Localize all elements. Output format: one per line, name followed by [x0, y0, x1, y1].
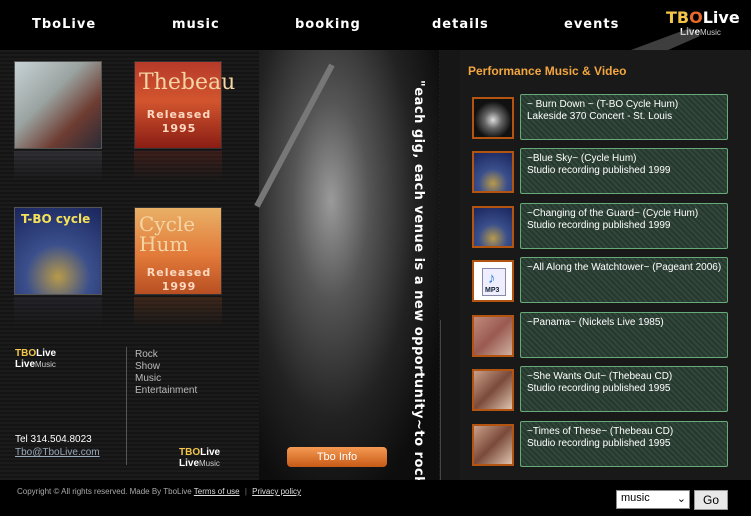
album-portrait-art[interactable]: [14, 61, 102, 149]
track-subtitle: Lakeside 370 Concert - St. Louis: [527, 111, 673, 122]
playlist-title: Performance Music & Video: [468, 64, 627, 78]
guitar-neck-shape: [254, 63, 335, 208]
album-reflection: [134, 151, 222, 181]
album-reflection: [14, 151, 102, 181]
track-thumbnail: ♪ MP3: [472, 260, 514, 302]
track-item[interactable]: ~Times of These~ (Thebeau CD) Studio rec…: [472, 421, 728, 467]
mp3-file-icon: ♪ MP3: [482, 268, 506, 296]
tag-item: Entertainment: [135, 385, 198, 396]
track-info[interactable]: ~ Burn Down ~ (T-BO Cycle Hum) Lakeside …: [520, 94, 728, 140]
section-select[interactable]: music ⌄: [616, 490, 690, 509]
track-title: ~Panama~ (Nickels Live 1985): [527, 317, 664, 328]
track-info[interactable]: ~She Wants Out~ (Thebeau CD) Studio reco…: [520, 366, 728, 412]
track-thumbnail: [472, 315, 514, 357]
track-thumbnail: [472, 151, 514, 193]
tag-item: Rock: [135, 349, 158, 360]
track-info[interactable]: ~Panama~ (Nickels Live 1985): [520, 312, 728, 358]
track-item[interactable]: ~Panama~ (Nickels Live 1985): [472, 312, 728, 358]
track-title: ~Times of These~ (Thebeau CD): [527, 426, 674, 437]
phone-number: Tel 314.504.8023: [15, 434, 92, 445]
terms-link[interactable]: Terms of use: [194, 487, 240, 496]
track-title: ~She Wants Out~ (Thebeau CD): [527, 371, 673, 382]
track-item[interactable]: ~ Burn Down ~ (T-BO Cycle Hum) Lakeside …: [472, 94, 728, 140]
track-title: ~ Burn Down ~ (T-BO Cycle Hum): [527, 99, 679, 110]
tbolive-brand: TBOLive LiveMusic: [179, 447, 221, 469]
main-area: Thebeau Released 1995 T-BO cycle Cycle H…: [0, 50, 751, 498]
track-item[interactable]: ~She Wants Out~ (Thebeau CD) Studio reco…: [472, 366, 728, 412]
track-subtitle: Studio recording published 1995: [527, 383, 671, 394]
album-title: Thebeau: [139, 70, 236, 95]
go-button[interactable]: Go: [694, 490, 728, 510]
track-item[interactable]: ~Blue Sky~ (Cycle Hum) Studio recording …: [472, 148, 728, 194]
track-thumbnail: [472, 97, 514, 139]
track-thumbnail: [472, 206, 514, 248]
tag-item: Show: [135, 361, 161, 372]
tbo-info-button[interactable]: Tbo Info: [287, 447, 387, 467]
track-item[interactable]: ~Changing of the Guard~ (Cycle Hum) Stud…: [472, 203, 728, 249]
divider: [126, 347, 127, 465]
copyright-text: Copyright © All rights reserved. Made By…: [17, 487, 302, 496]
track-info[interactable]: ~All Along the Watchtower~ (Pageant 2006…: [520, 257, 728, 303]
album-tbo-cycle[interactable]: T-BO cycle: [14, 207, 102, 295]
email-link[interactable]: Tbo@TboLive.com: [15, 447, 100, 458]
track-title: ~All Along the Watchtower~ (Pageant 2006…: [527, 262, 722, 273]
album-released: Released 1995: [146, 108, 212, 135]
footer: Copyright © All rights reserved. Made By…: [0, 480, 751, 516]
chevron-down-icon: ⌄: [676, 493, 686, 505]
track-subtitle: Studio recording published 1999: [527, 220, 671, 231]
track-title: ~Blue Sky~ (Cycle Hum): [527, 153, 637, 164]
track-subtitle: Studio recording published 1999: [527, 165, 671, 176]
track-subtitle: Studio recording published 1995: [527, 438, 671, 449]
tbolive-brand: TBOLive LiveMusic: [15, 348, 57, 370]
album-thebeau[interactable]: Thebeau Released 1995: [134, 61, 235, 149]
album-reflection: [134, 297, 222, 327]
album-title: T-BO cycle: [21, 212, 91, 226]
track-info[interactable]: ~Blue Sky~ (Cycle Hum) Studio recording …: [520, 148, 728, 194]
left-panel: Thebeau Released 1995 T-BO cycle Cycle H…: [0, 50, 441, 498]
album-released: Released 1999: [146, 266, 212, 293]
track-title: ~Changing of the Guard~ (Cycle Hum): [527, 208, 699, 219]
tag-item: Music: [135, 373, 162, 384]
album-cycle-hum[interactable]: Cycle Hum Released 1999: [134, 207, 222, 295]
album-reflection: [14, 297, 102, 327]
divider: [440, 320, 441, 480]
genre-tags: Rock Show Music Entertainment: [135, 349, 197, 397]
album-title: Cycle Hum: [139, 212, 196, 256]
track-item[interactable]: ♪ MP3 ~All Along the Watchtower~ (Pagean…: [472, 257, 728, 303]
track-thumbnail: [472, 369, 514, 411]
track-info[interactable]: ~Changing of the Guard~ (Cycle Hum) Stud…: [520, 203, 728, 249]
playlist-panel: Performance Music & Video ~ Burn Down ~ …: [460, 50, 751, 480]
quote-vertical: "each gig, each venue is a new opportuni…: [411, 80, 426, 498]
privacy-link[interactable]: Privacy policy: [252, 487, 301, 496]
track-thumbnail: [472, 424, 514, 466]
track-info[interactable]: ~Times of These~ (Thebeau CD) Studio rec…: [520, 421, 728, 467]
